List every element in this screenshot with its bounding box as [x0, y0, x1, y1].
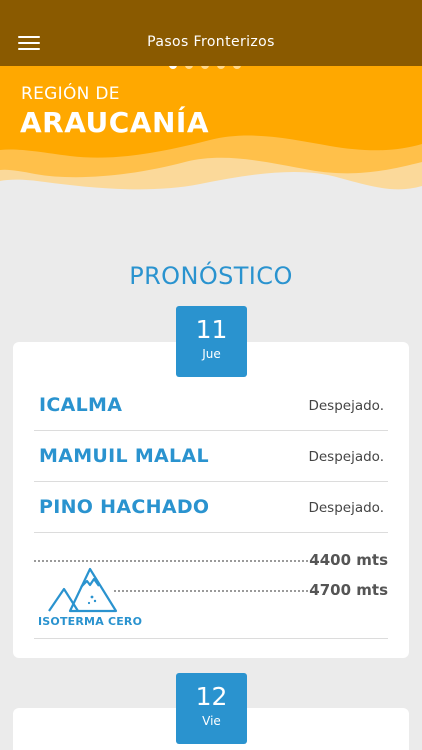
isotherm-line-dotted — [34, 560, 312, 562]
carousel-dot-2[interactable] — [185, 66, 193, 69]
date-badge[interactable]: 11 Jue — [176, 306, 247, 377]
pass-status: Despejado. — [308, 449, 384, 465]
carousel-dot-3[interactable] — [201, 66, 209, 69]
date-weekday: Jue — [202, 347, 221, 361]
region-header: REGIÓN DE ARAUCANÍA — [0, 66, 422, 206]
pass-row[interactable]: MAMUIL MALAL Despejado. — [34, 431, 388, 482]
pass-status: Despejado. — [308, 500, 384, 516]
pass-name: ICALMA — [39, 394, 123, 416]
carousel-dot-4[interactable] — [217, 66, 225, 69]
carousel-pagination — [169, 66, 241, 69]
carousel-dot-1[interactable] — [169, 66, 177, 69]
forecast-title: PRONÓSTICO — [129, 262, 293, 290]
forecast-card: ICALMA Despejado. MAMUIL MALAL Despejado… — [13, 342, 409, 658]
date-badge[interactable]: 12 Vie — [176, 673, 247, 744]
top-app-bar: Pasos Fronterizos — [0, 0, 422, 66]
carousel-dot-5[interactable] — [233, 66, 241, 69]
pass-name: MAMUIL MALAL — [39, 445, 209, 467]
date-day: 12 — [195, 682, 228, 711]
pass-status: Despejado. — [308, 398, 384, 414]
pass-name: PINO HACHADO — [39, 496, 210, 518]
app-title: Pasos Fronterizos — [147, 34, 275, 50]
isotherm-value: 4700 mts — [309, 581, 388, 599]
date-day: 11 — [195, 315, 228, 344]
isotherm-section: 4400 mts 4700 mts ISOTERMA CERO — [34, 533, 388, 639]
isotherm-line-dotted — [114, 590, 312, 592]
isotherm-label: ISOTERMA CERO — [38, 615, 143, 628]
region-prefix: REGIÓN DE — [21, 84, 120, 104]
region-name: ARAUCANÍA — [20, 106, 210, 139]
pass-row[interactable]: PINO HACHADO Despejado. — [34, 482, 388, 533]
isotherm-value: 4400 mts — [309, 551, 388, 569]
pass-row[interactable]: ICALMA Despejado. — [34, 380, 388, 431]
date-weekday: Vie — [202, 714, 221, 728]
mountain-icon — [48, 567, 118, 613]
